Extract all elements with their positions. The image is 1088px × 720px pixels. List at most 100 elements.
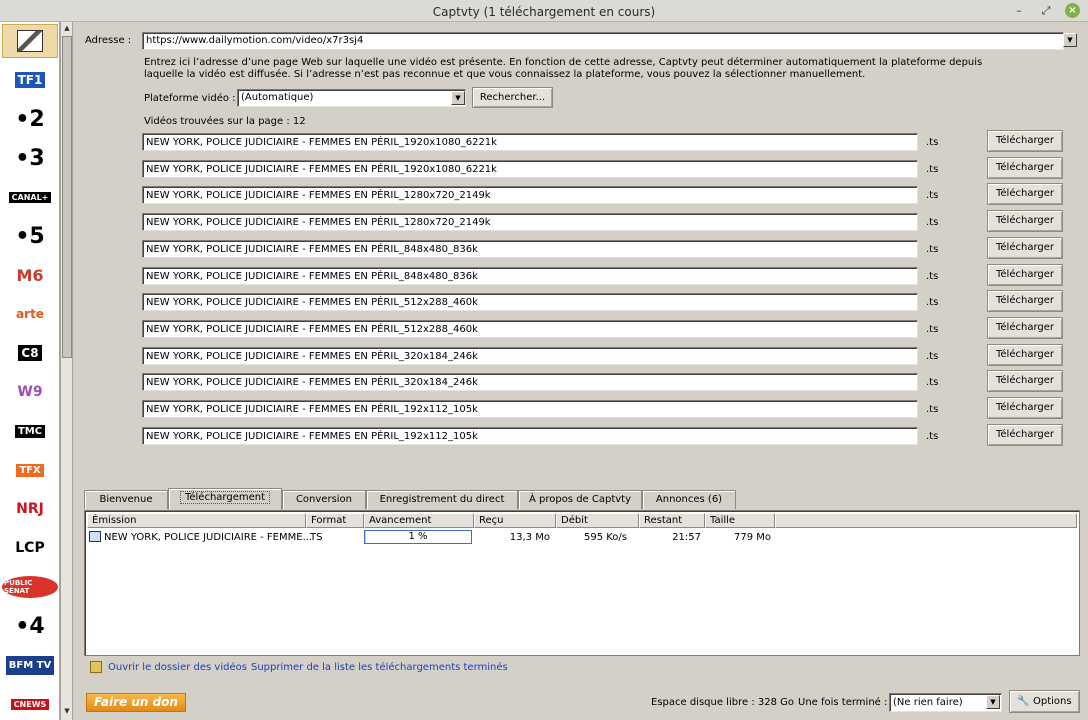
download-button[interactable]: Télécharger	[987, 316, 1063, 339]
column-header-filler	[775, 513, 1077, 528]
video-title-field[interactable]: NEW YORK, POLICE JUDICIAIRE - FEMMES EN …	[142, 346, 918, 365]
tab-1[interactable]: Téléchargement	[168, 488, 282, 510]
column-header[interactable]: Débit	[556, 513, 639, 528]
remove-finished-link[interactable]: Supprimer de la liste les téléchargement…	[251, 662, 508, 673]
video-title-field[interactable]: NEW YORK, POLICE JUDICIAIRE - FEMMES EN …	[142, 186, 918, 205]
channel-w9[interactable]: W9	[2, 375, 58, 409]
minimize-icon[interactable]: –	[1011, 3, 1027, 19]
video-title-field[interactable]: NEW YORK, POLICE JUDICIAIRE - FEMMES EN …	[142, 159, 918, 178]
france-4-logo-icon: •4	[15, 613, 45, 639]
channel-arte[interactable]: arte	[2, 297, 58, 331]
column-header[interactable]: Avancement	[364, 513, 474, 528]
folder-icon	[90, 661, 102, 673]
download-button[interactable]: Télécharger	[987, 183, 1063, 206]
channel-france-2[interactable]: •2	[2, 102, 58, 136]
video-title-field[interactable]: NEW YORK, POLICE JUDICIAIRE - FEMMES EN …	[142, 400, 918, 418]
download-button[interactable]: Télécharger	[987, 343, 1063, 366]
channel-canal-plus[interactable]: CANAL+	[2, 180, 58, 214]
address-label: Adresse :	[85, 35, 132, 46]
tab-0[interactable]: Bienvenue	[84, 490, 168, 509]
disk-space-label: Espace disque libre : 328 Go	[651, 697, 794, 708]
channel-nrj12[interactable]: NRJ	[2, 492, 58, 526]
open-folder-link[interactable]: Ouvrir le dossier des vidéos	[108, 662, 247, 673]
video-title-field[interactable]: NEW YORK, POLICE JUDICIAIRE - FEMMES EN …	[142, 213, 918, 232]
captvty-logo-logo-icon	[17, 30, 43, 52]
video-file-icon	[89, 531, 101, 542]
video-title-field[interactable]: NEW YORK, POLICE JUDICIAIRE - FEMMES EN …	[142, 293, 918, 312]
window-title: Captvty (1 téléchargement en cours)	[432, 5, 656, 19]
maximize-icon[interactable]: ⤢	[1038, 3, 1054, 19]
channel-tf1[interactable]: TF1	[2, 63, 58, 97]
scroll-down-icon[interactable]: ▼	[62, 706, 72, 717]
progress-text: 1 %	[408, 531, 428, 542]
download-button[interactable]: Télécharger	[987, 210, 1063, 233]
donate-button[interactable]: Faire un don	[86, 693, 186, 712]
tab-4[interactable]: À propos de Captvty	[518, 490, 642, 509]
channel-bfmtv[interactable]: BFM TV	[2, 648, 58, 682]
cell-emission: NEW YORK, POLICE JUDICIAIRE - FEMME...	[104, 532, 313, 543]
tab-3[interactable]: Enregistrement du direct	[366, 490, 518, 509]
download-button[interactable]: Télécharger	[987, 423, 1063, 446]
video-extension: .ts	[926, 217, 939, 229]
progress-bar: 1 %	[364, 530, 472, 544]
video-title-field[interactable]: NEW YORK, POLICE JUDICIAIRE - FEMMES EN …	[142, 266, 918, 285]
tab-2[interactable]: Conversion	[282, 490, 366, 509]
tab-label: Téléchargement	[179, 491, 271, 504]
channel-france-3[interactable]: •3	[2, 141, 58, 175]
video-title-field[interactable]: NEW YORK, POLICE JUDICIAIRE - FEMMES EN …	[142, 319, 918, 338]
download-button[interactable]: Télécharger	[987, 370, 1063, 393]
tfx-logo-icon: TFX	[16, 463, 44, 477]
column-header[interactable]: Format	[306, 513, 364, 528]
scroll-up-icon[interactable]: ▲	[62, 23, 72, 34]
france-2-logo-icon: •2	[15, 106, 45, 132]
when-done-dropdown-icon[interactable]: ▼	[986, 695, 1000, 709]
column-header[interactable]: Émission	[87, 513, 306, 528]
address-dropdown-icon[interactable]: ▼	[1063, 33, 1077, 47]
cell-format: TS	[310, 532, 323, 543]
w9-logo-icon: W9	[17, 384, 43, 400]
channel-tfx[interactable]: TFX	[2, 453, 58, 487]
channel-cnews[interactable]: CNEWS	[2, 687, 58, 720]
column-header[interactable]: Reçu	[474, 513, 556, 528]
download-button[interactable]: Télécharger	[987, 236, 1063, 259]
download-button[interactable]: Télécharger	[987, 290, 1063, 313]
cell-taille: 779 Mo	[733, 532, 771, 543]
wrench-icon: 🔧	[1017, 696, 1030, 707]
channel-tmc[interactable]: TMC	[2, 414, 58, 448]
downloads-table: Émission Format Avancement Reçu Débit Restant…	[84, 510, 1080, 656]
tmc-logo-icon: TMC	[14, 424, 46, 438]
scrollbar-thumb[interactable]	[62, 36, 72, 358]
channel-m6[interactable]: M6	[2, 258, 58, 292]
download-button[interactable]: Télécharger	[987, 263, 1063, 286]
search-platform-button[interactable]: Rechercher...	[472, 87, 553, 108]
address-input[interactable]: https://www.dailymotion.com/video/x7r3sj…	[142, 32, 1064, 50]
video-title-field[interactable]: NEW YORK, POLICE JUDICIAIRE - FEMMES EN …	[142, 239, 918, 258]
video-extension: .ts	[926, 270, 939, 282]
sidebar-scrollbar[interactable]: ▲ ▼	[60, 22, 73, 720]
video-title-field[interactable]: NEW YORK, POLICE JUDICIAIRE - FEMMES EN …	[142, 133, 918, 151]
channel-france-4[interactable]: •4	[2, 609, 58, 643]
video-title-field[interactable]: NEW YORK, POLICE JUDICIAIRE - FEMMES EN …	[142, 373, 918, 392]
options-label: Options	[1033, 696, 1072, 707]
platform-select[interactable]: (Automatique)	[237, 89, 466, 107]
channel-c8[interactable]: C8	[2, 336, 58, 370]
video-extension: .ts	[926, 190, 939, 202]
download-button[interactable]: Télécharger	[987, 156, 1063, 179]
column-header[interactable]: Taille	[705, 513, 775, 528]
video-extension: .ts	[926, 243, 939, 255]
videos-found-label: Vidéos trouvées sur la page : 12	[144, 116, 306, 127]
c8-logo-icon: C8	[18, 345, 42, 361]
channel-public-senat[interactable]: PUBLIC SÉNAT	[2, 570, 58, 604]
video-title-field[interactable]: NEW YORK, POLICE JUDICIAIRE - FEMMES EN …	[142, 426, 918, 445]
channel-captvty-logo[interactable]	[2, 24, 58, 58]
tab-5[interactable]: Annonces (6)	[642, 490, 736, 509]
options-button[interactable]: 🔧 Options	[1009, 690, 1080, 713]
download-button[interactable]: Télécharger	[987, 130, 1063, 152]
column-header[interactable]: Restant	[639, 513, 705, 528]
tab-label: Conversion	[295, 494, 353, 505]
download-button[interactable]: Télécharger	[987, 397, 1063, 419]
channel-lcp[interactable]: LCP	[2, 531, 58, 565]
channel-france-5[interactable]: •5	[2, 219, 58, 253]
close-icon[interactable]: ×	[1065, 3, 1080, 18]
platform-dropdown-icon[interactable]: ▼	[451, 91, 465, 105]
